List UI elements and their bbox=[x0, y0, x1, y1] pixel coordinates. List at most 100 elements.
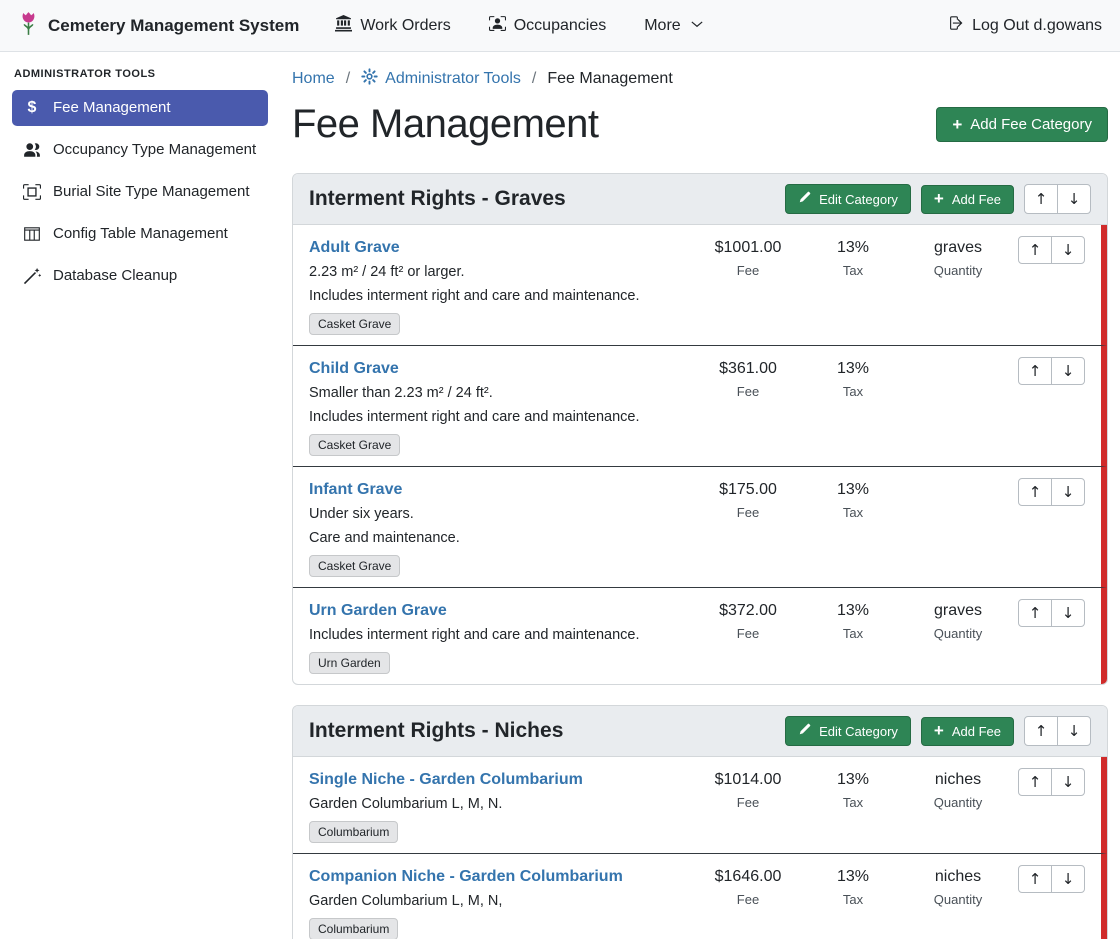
breadcrumb-separator: / bbox=[532, 70, 536, 88]
fee-reorder-group: ↑ ↓ bbox=[1018, 478, 1085, 506]
fee-description: Garden Columbarium L, M, N. bbox=[309, 792, 693, 816]
fee-description: Garden Columbarium L, M, N, bbox=[309, 889, 693, 913]
fee-name-link[interactable]: Child Grave bbox=[309, 356, 399, 381]
logout-link[interactable]: Log Out d.gowans bbox=[945, 14, 1102, 37]
fee-tag: Casket Grave bbox=[309, 555, 400, 577]
sidebar-heading: ADMINISTRATOR TOOLS bbox=[14, 68, 266, 80]
move-fee-down-button[interactable]: ↓ bbox=[1051, 357, 1085, 385]
pencil-icon bbox=[798, 723, 811, 739]
plus-icon: + bbox=[952, 118, 962, 132]
page-title: Fee Management bbox=[292, 102, 599, 147]
fee-description: Under six years. bbox=[309, 502, 693, 526]
edit-category-button[interactable]: Edit Category bbox=[785, 716, 911, 746]
fee-tax: 13% Tax bbox=[803, 235, 903, 282]
move-category-up-button[interactable]: ↑ bbox=[1024, 184, 1058, 214]
fee-amount: $361.00 Fee bbox=[693, 356, 803, 403]
category-reorder-group: ↑ ↓ bbox=[1024, 716, 1091, 746]
fee-reorder-group: ↑ ↓ bbox=[1018, 357, 1085, 385]
fee-row: Child Grave Smaller than 2.23 m² / 24 ft… bbox=[293, 345, 1107, 466]
fee-tax: 13% Tax bbox=[803, 598, 903, 645]
move-fee-down-button[interactable]: ↓ bbox=[1051, 768, 1085, 796]
category-card-niches: Interment Rights - Niches Edit Category … bbox=[292, 705, 1108, 939]
nav-work-orders[interactable]: Work Orders bbox=[335, 15, 450, 37]
sidebar-item-config-table-management[interactable]: Config Table Management bbox=[12, 216, 268, 252]
fee-reorder-group: ↑ ↓ bbox=[1018, 599, 1085, 627]
fee-quantity: graves Quantity bbox=[903, 235, 1013, 282]
breadcrumb-home[interactable]: Home bbox=[292, 70, 335, 88]
fee-quantity: niches Quantity bbox=[903, 864, 1013, 911]
nav-occupancies[interactable]: Occupancies bbox=[489, 15, 607, 37]
breadcrumb-current: Fee Management bbox=[547, 70, 672, 88]
fee-name-link[interactable]: Infant Grave bbox=[309, 477, 402, 502]
category-header: Interment Rights - Niches Edit Category … bbox=[293, 706, 1107, 757]
fee-description: Includes interment right and care and ma… bbox=[309, 284, 693, 308]
breadcrumb: Home / Administrator Tools / Fee Managem… bbox=[292, 68, 1108, 90]
category-header: Interment Rights - Graves Edit Category … bbox=[293, 174, 1107, 225]
breadcrumb-administrator-tools[interactable]: Administrator Tools bbox=[361, 68, 521, 90]
fee-name-link[interactable]: Single Niche - Garden Columbarium bbox=[309, 767, 583, 792]
sidebar-item-database-cleanup[interactable]: Database Cleanup bbox=[12, 258, 268, 294]
move-fee-up-button[interactable]: ↑ bbox=[1018, 236, 1052, 264]
fee-amount: $1001.00 Fee bbox=[693, 235, 803, 282]
fee-name-link[interactable]: Companion Niche - Garden Columbarium bbox=[309, 864, 623, 889]
move-fee-up-button[interactable]: ↑ bbox=[1018, 478, 1052, 506]
top-navbar: Cemetery Management System Work Orders O… bbox=[0, 0, 1120, 52]
fee-tag: Urn Garden bbox=[309, 652, 390, 674]
fee-description: Includes interment right and care and ma… bbox=[309, 623, 693, 647]
main-content: Home / Administrator Tools / Fee Managem… bbox=[280, 52, 1120, 939]
sidebar-item-burial-site-type-management[interactable]: Burial Site Type Management bbox=[12, 174, 268, 210]
fee-tag: Casket Grave bbox=[309, 434, 400, 456]
app-brand: Cemetery Management System bbox=[18, 10, 299, 42]
fee-description: Care and maintenance. bbox=[309, 526, 693, 550]
fee-tag: Columbarium bbox=[309, 918, 398, 939]
magic-wand-icon bbox=[22, 267, 42, 285]
move-fee-down-button[interactable]: ↓ bbox=[1051, 865, 1085, 893]
move-fee-down-button[interactable]: ↓ bbox=[1051, 236, 1085, 264]
breadcrumb-separator: / bbox=[346, 70, 350, 88]
table-icon bbox=[22, 225, 42, 243]
move-fee-up-button[interactable]: ↑ bbox=[1018, 599, 1052, 627]
bounding-box-icon bbox=[22, 183, 42, 201]
fee-row: Single Niche - Garden Columbarium Garden… bbox=[293, 757, 1107, 853]
fee-amount: $372.00 Fee bbox=[693, 598, 803, 645]
move-fee-down-button[interactable]: ↓ bbox=[1051, 599, 1085, 627]
fee-description: 2.23 m² / 24 ft² or larger. bbox=[309, 260, 693, 284]
sidebar-item-fee-management[interactable]: $ Fee Management bbox=[12, 90, 268, 126]
move-category-up-button[interactable]: ↑ bbox=[1024, 716, 1058, 746]
add-fee-button[interactable]: + Add Fee bbox=[921, 717, 1014, 746]
plus-icon: + bbox=[934, 724, 944, 738]
fee-amount: $1646.00 Fee bbox=[693, 864, 803, 911]
move-category-down-button[interactable]: ↓ bbox=[1057, 184, 1091, 214]
add-fee-button[interactable]: + Add Fee bbox=[921, 185, 1014, 214]
person-bounding-box-icon bbox=[489, 15, 506, 37]
fee-quantity: graves Quantity bbox=[903, 598, 1013, 645]
fee-name-link[interactable]: Urn Garden Grave bbox=[309, 598, 447, 623]
move-category-down-button[interactable]: ↓ bbox=[1057, 716, 1091, 746]
category-title: Interment Rights - Niches bbox=[309, 719, 563, 743]
move-fee-down-button[interactable]: ↓ bbox=[1051, 478, 1085, 506]
plus-icon: + bbox=[934, 192, 944, 206]
move-fee-up-button[interactable]: ↑ bbox=[1018, 865, 1052, 893]
fee-description: Smaller than 2.23 m² / 24 ft². bbox=[309, 381, 693, 405]
add-fee-category-button[interactable]: + Add Fee Category bbox=[936, 107, 1108, 142]
navbar-links: Work Orders Occupancies More bbox=[335, 15, 702, 37]
nav-more[interactable]: More bbox=[644, 17, 702, 35]
fee-tax: 13% Tax bbox=[803, 767, 903, 814]
move-fee-up-button[interactable]: ↑ bbox=[1018, 357, 1052, 385]
fee-tax: 13% Tax bbox=[803, 477, 903, 524]
edit-category-button[interactable]: Edit Category bbox=[785, 184, 911, 214]
fee-tax: 13% Tax bbox=[803, 864, 903, 911]
fee-tag: Casket Grave bbox=[309, 313, 400, 335]
chevron-down-icon bbox=[691, 17, 703, 35]
bank-icon bbox=[335, 15, 352, 37]
fee-row: Urn Garden Grave Includes interment righ… bbox=[293, 587, 1107, 684]
dollar-icon: $ bbox=[22, 99, 42, 117]
move-fee-up-button[interactable]: ↑ bbox=[1018, 768, 1052, 796]
tulip-logo-icon bbox=[18, 10, 39, 42]
fee-reorder-group: ↑ ↓ bbox=[1018, 865, 1085, 893]
fee-row: Adult Grave 2.23 m² / 24 ft² or larger. … bbox=[293, 225, 1107, 345]
sidebar-item-occupancy-type-management[interactable]: Occupancy Type Management bbox=[12, 132, 268, 168]
fee-tax: 13% Tax bbox=[803, 356, 903, 403]
fee-name-link[interactable]: Adult Grave bbox=[309, 235, 400, 260]
fee-reorder-group: ↑ ↓ bbox=[1018, 236, 1085, 264]
